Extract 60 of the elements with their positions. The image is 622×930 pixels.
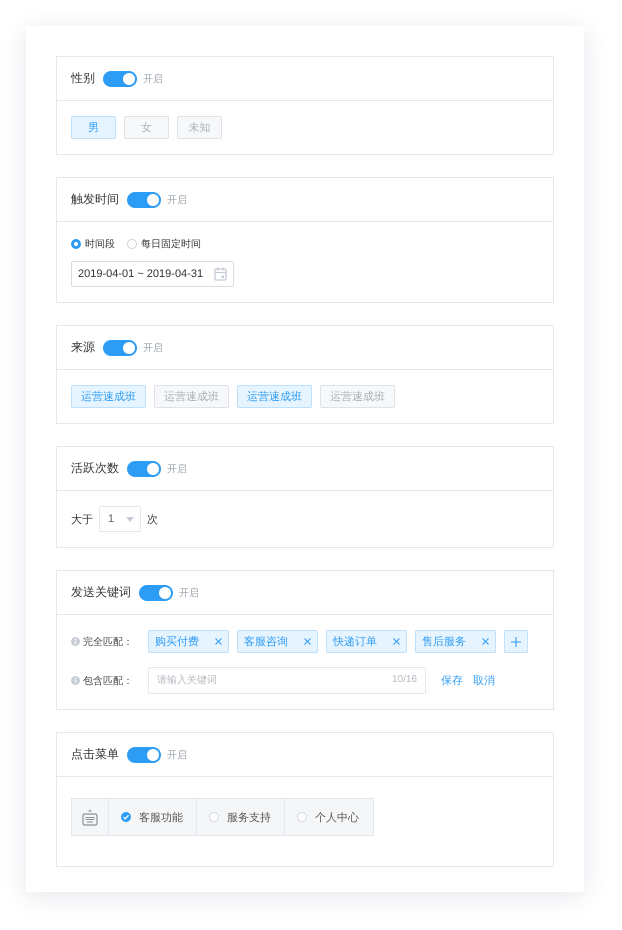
calendar-icon <box>214 267 227 281</box>
radio-label: 时间段 <box>85 238 115 251</box>
add-button[interactable] <box>504 630 528 653</box>
toggle-label: 开启 <box>167 462 187 476</box>
toggle-label: 开启 <box>167 748 187 762</box>
radio-button[interactable] <box>127 239 137 249</box>
toggle-switch[interactable] <box>103 70 137 86</box>
character-counter: 10/16 <box>392 674 417 685</box>
tag-label: 客服咨询 <box>244 634 288 649</box>
count-suffix: 次 <box>147 512 158 526</box>
toggle-switch[interactable] <box>139 584 173 600</box>
tag-label: 售后服务 <box>422 635 466 649</box>
plus-icon <box>511 636 521 646</box>
menu-tab[interactable]: 服务支持 <box>197 799 285 835</box>
toggle-label: 开启 <box>143 72 163 86</box>
toggle-label: 开启 <box>167 194 187 206</box>
action-link[interactable]: 取消 <box>473 673 495 688</box>
menu-tab[interactable]: 客服功能 <box>109 799 197 835</box>
field-label: 完全匹配： <box>83 636 134 648</box>
date-range-field[interactable]: 2019-04-01 ~ 2019-04-31 <box>71 261 234 287</box>
toggle-switch[interactable] <box>127 192 161 208</box>
option-button[interactable]: 运营速成班 <box>71 385 146 408</box>
section-title: 来源 <box>71 339 95 356</box>
radio-button[interactable] <box>121 812 131 822</box>
menu-label: 客服功能 <box>139 810 183 824</box>
toggle-switch[interactable] <box>127 460 161 476</box>
close-icon[interactable] <box>304 638 311 645</box>
tag-label: 快递订单 <box>333 634 377 649</box>
menu-label: 服务支持 <box>227 810 271 824</box>
toggle-label: 开启 <box>179 586 199 600</box>
toggle-label: 开启 <box>143 342 163 354</box>
info-icon <box>71 676 80 685</box>
option-button[interactable]: 男 <box>71 116 116 139</box>
option-button[interactable]: 运营速成班 <box>320 385 395 408</box>
option-button[interactable]: 未知 <box>177 116 222 139</box>
count-prefix: 大于 <box>71 512 93 526</box>
section-title: 性别 <box>71 70 95 87</box>
radio-label: 每日固定时间 <box>141 238 201 251</box>
info-icon <box>71 637 80 646</box>
field-label: 包含匹配： <box>83 674 134 688</box>
option-button[interactable]: 女 <box>124 116 169 139</box>
close-icon[interactable] <box>215 638 222 645</box>
caret-icon <box>126 516 134 522</box>
toggle-switch[interactable] <box>103 340 137 356</box>
section-title: 触发时间 <box>71 191 119 208</box>
tag-label: 购买付费 <box>155 635 199 649</box>
menu-tab[interactable]: 个人中心 <box>285 799 373 835</box>
action-link[interactable]: 保存 <box>441 673 463 688</box>
radio-button[interactable] <box>71 239 81 249</box>
keyboard-icon <box>82 808 98 826</box>
close-icon[interactable] <box>482 638 489 645</box>
toggle-switch[interactable] <box>127 746 161 762</box>
menu-label: 个人中心 <box>315 810 359 824</box>
section-title: 点击菜单 <box>71 746 119 763</box>
close-icon[interactable] <box>393 638 400 645</box>
section-title: 活跃次数 <box>71 460 119 477</box>
count-select[interactable]: 1 <box>99 506 141 532</box>
option-button[interactable]: 运营速成班 <box>154 385 229 408</box>
option-button[interactable]: 运营速成班 <box>237 385 312 408</box>
section-title: 发送关键词 <box>71 584 131 601</box>
